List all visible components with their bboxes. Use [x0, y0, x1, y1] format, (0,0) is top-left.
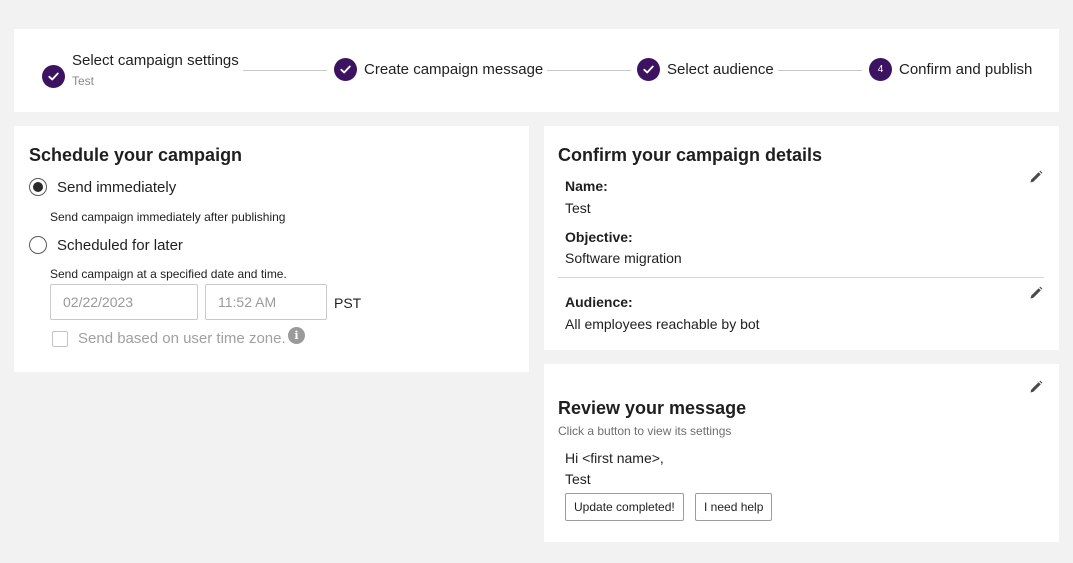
step-number-badge: 4 [869, 58, 892, 81]
audience-value: All employees reachable by bot [565, 316, 760, 332]
step-complete-icon [334, 58, 357, 81]
step-label: Select campaign settings [72, 52, 239, 69]
step-label: Select audience [667, 61, 774, 78]
review-title: Review your message [558, 398, 747, 418]
pencil-icon [1030, 380, 1043, 393]
send-immediately-radio[interactable] [29, 178, 47, 196]
step-connector [243, 70, 327, 71]
send-immediately-label: Send immediately [57, 178, 177, 196]
details-divider [558, 277, 1044, 278]
user-timezone-checkbox[interactable] [52, 330, 68, 347]
objective-value: Software migration [565, 250, 682, 266]
message-greeting: Hi <first name>, [565, 450, 664, 466]
campaign-stepper: Select campaign settings Test Create cam… [14, 29, 1059, 112]
edit-message-button[interactable] [1029, 380, 1045, 396]
schedule-title: Schedule your campaign [29, 145, 243, 165]
step-connector [778, 70, 862, 71]
info-icon[interactable]: i [288, 327, 305, 344]
edit-details-button[interactable] [1029, 170, 1045, 186]
scheduled-later-option[interactable]: Scheduled for later [29, 236, 183, 254]
send-immediately-description: Send campaign immediately after publishi… [50, 210, 286, 224]
update-completed-button[interactable]: Update completed! [565, 493, 684, 521]
step-create-campaign-message[interactable]: Create campaign message [334, 58, 543, 81]
step-sublabel: Test [72, 74, 95, 88]
timezone-label: PST [334, 295, 362, 311]
time-input[interactable] [205, 284, 327, 320]
schedule-panel: Schedule your campaign Send immediately … [14, 126, 529, 372]
user-timezone-option[interactable]: Send based on user time zone. [52, 330, 286, 347]
step-complete-icon [42, 65, 65, 88]
step-select-audience[interactable]: Select audience [637, 58, 774, 81]
name-label: Name: [565, 178, 608, 194]
pencil-icon [1030, 286, 1043, 299]
scheduled-later-radio[interactable] [29, 236, 47, 254]
step-connector [547, 70, 631, 71]
step-select-campaign-settings[interactable]: Select campaign settings Test [42, 52, 239, 88]
step-label: Create campaign message [364, 61, 544, 78]
details-title: Confirm your campaign details [558, 145, 823, 165]
edit-audience-button[interactable] [1029, 286, 1045, 302]
send-immediately-option[interactable]: Send immediately [29, 178, 176, 196]
scheduled-later-label: Scheduled for later [57, 236, 183, 254]
date-input[interactable] [50, 284, 198, 320]
step-label: Confirm and publish [899, 61, 1033, 78]
message-body: Test [565, 471, 591, 487]
audience-label: Audience: [565, 294, 633, 310]
campaign-details-panel: Confirm your campaign details Name: Test… [544, 126, 1059, 350]
scheduled-later-description: Send campaign at a specified date and ti… [50, 267, 287, 281]
step-complete-icon [637, 58, 660, 81]
need-help-button[interactable]: I need help [695, 493, 773, 521]
objective-label: Objective: [565, 229, 633, 245]
review-message-panel: Review your message Click a button to vi… [544, 364, 1059, 542]
name-value: Test [565, 200, 591, 216]
step-confirm-and-publish[interactable]: 4 Confirm and publish [869, 58, 1032, 81]
review-subtitle: Click a button to view its settings [558, 424, 732, 438]
user-timezone-label: Send based on user time zone. [78, 330, 286, 347]
pencil-icon [1030, 170, 1043, 183]
